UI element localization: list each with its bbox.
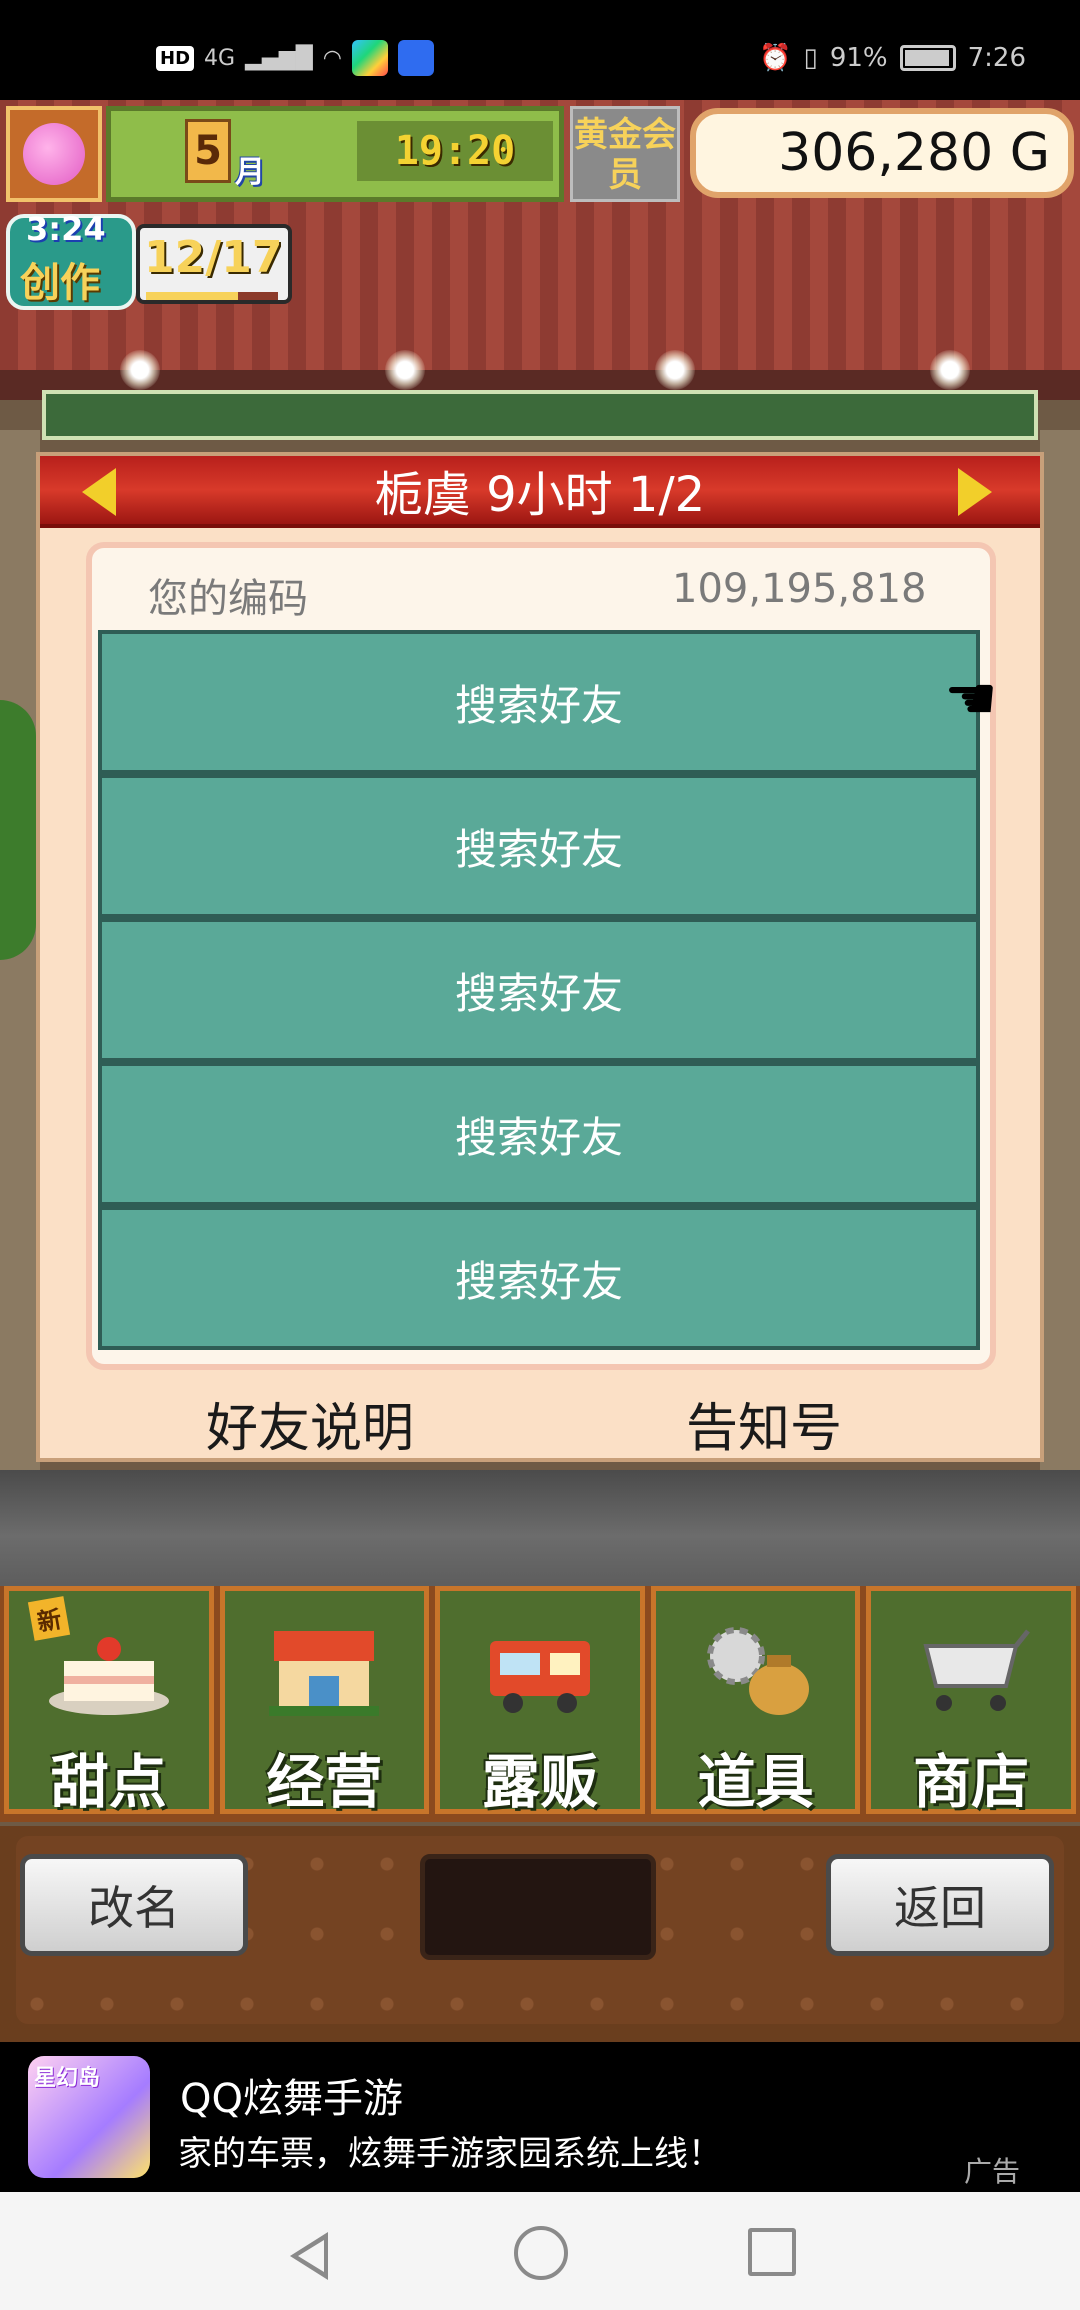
gear-bag-icon [691,1621,821,1721]
back-button[interactable]: 返回 [826,1854,1054,1956]
network-indicator: 4G [204,45,236,71]
code-value: 109,195,818 [672,566,927,612]
month-label: 月 [235,155,265,190]
nav-back-icon-inner [298,2240,324,2272]
shop-icon [259,1621,389,1721]
nav-home-icon[interactable] [514,2226,568,2280]
friend-help-link[interactable]: 好友说明 [206,1386,414,1461]
menu-label: 商店 [913,1748,1030,1816]
ad-text: 家的车票，炫舞手游家园系统上线！ [178,2134,722,2174]
month-value: 5 [185,119,231,183]
menu-manage[interactable]: 经营 [219,1586,430,1816]
ad-badge: 广告 [964,2155,1021,2188]
next-arrow-icon[interactable] [958,468,992,516]
shop-sign [42,390,1038,440]
code-label: 您的编码 [148,576,308,622]
hand-pointer-icon: ☚ [944,664,998,734]
menu-label: 甜点 [50,1748,167,1816]
main-menu: 新 甜点 经营 露贩 道具 商店 [0,1586,1080,1822]
gold-member-badge[interactable]: 黄金会员 [570,106,680,202]
date-panel: 5 月 19:20 [106,106,564,202]
tree-icon-button[interactable] [6,106,102,202]
menu-label: 道具 [697,1748,814,1816]
menu-dessert[interactable]: 新 甜点 [4,1586,214,1816]
battery-icon [899,45,956,71]
tree [0,700,36,960]
status-left: HD 4G ▂▄▆█ ◠ [156,38,434,78]
search-friend-button[interactable]: 搜索好友 [98,774,980,918]
play-store-icon [351,40,388,76]
lamp-light [930,350,970,390]
blossom-icon [23,123,85,185]
dialog-title: 栀虞 9小时 1/2 [40,456,1040,528]
lamp-light [655,350,695,390]
friend-list: 搜索好友 搜索好友 搜索好友 搜索好友 搜索好友 [98,630,980,1350]
status-time: 7:26 [967,43,1026,73]
battery-percent: 91% [829,43,888,73]
hd-indicator: HD [156,45,195,71]
create-label: 创作 [20,260,100,306]
status-right: ⏰ ▯ 91% 7:26 [759,38,1026,78]
ad-title: QQ炫舞手游 [180,2076,403,2122]
food-truck-icon [475,1621,605,1721]
cake-icon [44,1621,174,1721]
game-clock: 19:20 [357,121,553,181]
menu-store[interactable]: 商店 [866,1586,1076,1816]
search-friend-button[interactable]: 搜索好友 [98,918,980,1062]
vibrate-icon: ▯ [803,43,818,73]
cart-icon [906,1621,1036,1721]
prev-arrow-icon[interactable] [82,468,116,516]
menu-items[interactable]: 道具 [650,1586,861,1816]
search-friend-button[interactable]: 搜索好友 [98,1206,980,1350]
create-timer: 3:24 [26,210,106,248]
alarm-icon: ⏰ [759,43,792,73]
signal-icon: ▂▄▆█ [245,45,313,71]
search-friend-button[interactable]: 搜索好友 [98,630,980,774]
menu-label: 经营 [266,1748,383,1816]
lamp-light [385,350,425,390]
notice-link[interactable]: 告知号 [686,1386,842,1461]
money-display: 306,280 G [690,108,1074,198]
create-progress-fill [146,292,238,300]
rename-button[interactable]: 改名 [20,1854,248,1956]
create-count: 12/17 [144,232,283,283]
search-friend-button[interactable]: 搜索好友 [98,1062,980,1206]
lamp-light [120,350,160,390]
street-left [0,430,40,1530]
menu-stall[interactable]: 露贩 [435,1586,645,1816]
street-right [1040,430,1080,1530]
nav-recent-icon[interactable] [748,2228,796,2276]
baidu-icon [397,40,434,76]
center-slot [420,1854,656,1960]
menu-label: 露贩 [481,1748,598,1816]
wifi-icon: ◠ [322,45,342,71]
ad-logo-text: 星幻岛 [34,2066,101,2091]
